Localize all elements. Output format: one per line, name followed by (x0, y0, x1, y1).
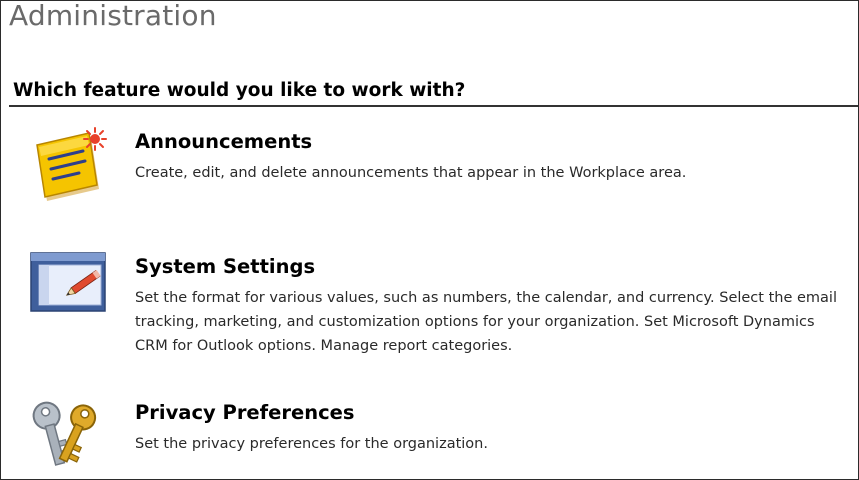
section-divider (9, 105, 858, 107)
privacy-keys-icon (32, 401, 97, 466)
privacy-preferences-link[interactable]: Privacy Preferences (135, 401, 354, 424)
system-settings-link[interactable]: System Settings (135, 255, 315, 278)
announcements-note-icon (36, 127, 107, 201)
privacy-preferences-description: Set the privacy preferences for the orga… (135, 436, 488, 452)
announcements-description: Create, edit, and delete announcements t… (135, 165, 687, 181)
system-settings-window-icon (30, 252, 106, 312)
announcements-link[interactable]: Announcements (135, 130, 312, 153)
section-heading: Which feature would you like to work wit… (13, 80, 466, 101)
system-settings-description: Set the format for various values, such … (135, 290, 837, 354)
administration-page: Administration Which feature would you l… (0, 0, 859, 480)
page-title: Administration (9, 0, 217, 32)
